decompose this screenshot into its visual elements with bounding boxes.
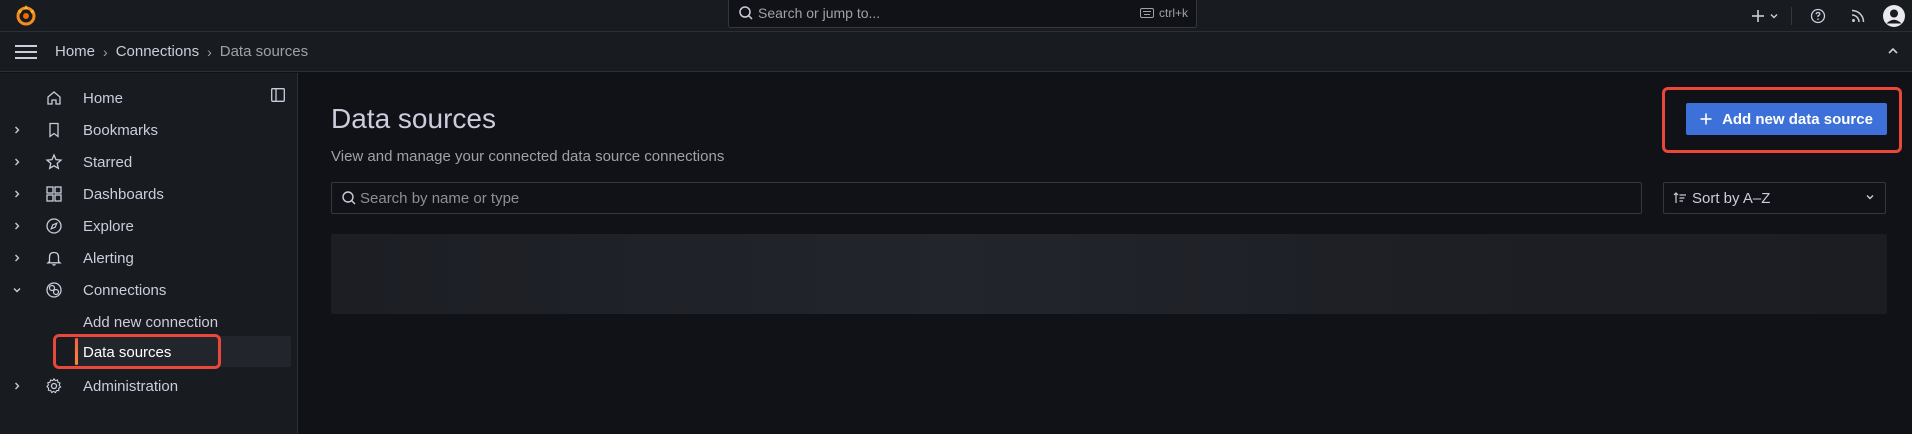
- star-icon: [45, 153, 63, 170]
- breadcrumb: Home › Connections › Data sources: [55, 43, 308, 60]
- sidebar-item-label: Alerting: [83, 249, 134, 267]
- sidebar-item-label: Starred: [83, 153, 133, 171]
- sidebar-item-label: Home: [83, 89, 124, 107]
- hamburger-menu-icon[interactable]: [15, 45, 37, 59]
- sidebar-item-label: Administration: [83, 377, 179, 395]
- sidebar-item-dashboards[interactable]: Dashboards: [0, 178, 298, 210]
- sidebar-item-connections[interactable]: Connections: [0, 274, 298, 306]
- sort-select[interactable]: Sort by A–Z: [1663, 182, 1886, 214]
- sidebar-item-home[interactable]: Home: [0, 82, 298, 114]
- global-search-input[interactable]: Search or jump to... ctrl+k: [728, 0, 1197, 28]
- chevron-right-icon[interactable]: [12, 253, 22, 263]
- chevron-right-icon[interactable]: [12, 221, 22, 231]
- search-icon: [739, 6, 753, 20]
- chevron-down-icon: [1770, 14, 1778, 19]
- grafana-logo[interactable]: [14, 3, 38, 27]
- chevron-down-icon: [1866, 195, 1874, 200]
- apps-icon: [46, 186, 62, 202]
- sidebar-item-explore[interactable]: Explore: [0, 210, 298, 242]
- sidebar-item-label: Add new connection: [83, 313, 219, 331]
- sidebar-item-bookmarks[interactable]: Bookmarks: [0, 114, 298, 146]
- sidebar-nav: Home Bookmarks Starred Dashboards Explor…: [0, 73, 298, 434]
- help-button[interactable]: [1806, 4, 1830, 28]
- sidebar-item-label: Dashboards: [83, 185, 164, 203]
- new-menu-button[interactable]: [1748, 4, 1782, 28]
- home-icon: [47, 91, 61, 105]
- search-icon: [342, 191, 356, 205]
- sort-amount-icon: [1673, 192, 1686, 203]
- breadcrumb-data-sources: Data sources: [219, 43, 309, 60]
- divider: [1791, 7, 1792, 25]
- plus-icon: [1752, 10, 1764, 22]
- sort-value: Sort by A–Z: [1692, 190, 1771, 207]
- chevron-up-icon[interactable]: [1886, 44, 1900, 58]
- bookmark-icon: [49, 122, 59, 138]
- top-bar: Search or jump to... ctrl+k: [0, 0, 1912, 32]
- sidebar-item-label: Explore: [83, 217, 134, 235]
- news-button[interactable]: [1846, 4, 1870, 28]
- sidebar-item-starred[interactable]: Starred: [0, 146, 298, 178]
- add-button-label: Add new data source: [1722, 110, 1873, 128]
- shortcut-label: ctrl+k: [1158, 6, 1188, 20]
- sidebar-item-administration[interactable]: Administration: [0, 370, 298, 402]
- keyboard-icon: [1139, 8, 1154, 18]
- breadcrumb-bar: Home › Connections › Data sources: [0, 32, 1912, 72]
- breadcrumb-connections[interactable]: Connections: [116, 43, 199, 60]
- page-subtitle: View and manage your connected data sour…: [331, 148, 725, 165]
- chevron-down-icon[interactable]: [12, 285, 22, 295]
- breadcrumb-separator: ›: [103, 43, 108, 60]
- cog-icon: [46, 377, 62, 394]
- add-new-data-source-button[interactable]: Add new data source: [1686, 103, 1887, 135]
- search-placeholder: Search by name or type: [360, 190, 520, 207]
- bell-icon: [46, 251, 62, 266]
- compass-icon: [46, 218, 62, 234]
- chevron-right-icon[interactable]: [12, 157, 22, 167]
- page-title: Data sources: [331, 103, 496, 134]
- sidebar-item-alerting[interactable]: Alerting: [0, 242, 298, 274]
- user-avatar-icon: [1883, 5, 1905, 27]
- main-content: Data sources View and manage your connec…: [299, 73, 1912, 434]
- rss-icon: [1851, 9, 1865, 23]
- data-source-search-input[interactable]: Search by name or type: [331, 182, 1642, 214]
- chevron-right-icon[interactable]: [12, 189, 22, 199]
- help-icon: [1810, 8, 1826, 24]
- chevron-right-icon[interactable]: [12, 381, 22, 391]
- highlight-box: [53, 334, 221, 369]
- loading-placeholder: [331, 234, 1887, 314]
- global-search-placeholder: Search or jump to...: [758, 5, 881, 21]
- sidebar-item-label: Connections: [83, 281, 167, 299]
- avatar[interactable]: [1882, 4, 1906, 28]
- breadcrumb-separator: ›: [207, 43, 212, 60]
- breadcrumb-home[interactable]: Home: [55, 43, 95, 60]
- keyboard-shortcut-hint: ctrl+k: [1139, 6, 1188, 20]
- chevron-right-icon[interactable]: [12, 125, 22, 135]
- plus-icon: [1700, 113, 1712, 125]
- connections-icon: [46, 282, 62, 298]
- sidebar-item-label: Bookmarks: [83, 121, 159, 139]
